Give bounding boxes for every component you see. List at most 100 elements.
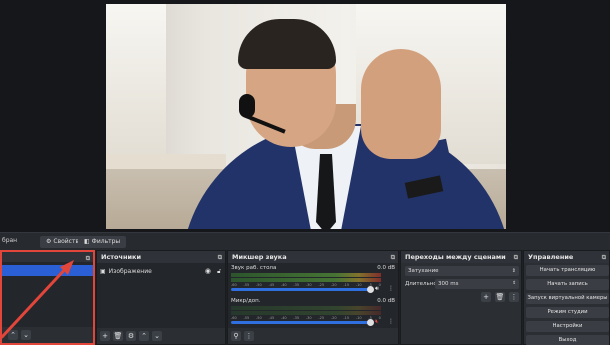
mixer-channel-desktop: Звук раб. стола 0.0 dB -60 -55 -50 -45 -40 -3… [228, 264, 398, 296]
lock-icon[interactable]: 🔓︎ [217, 266, 221, 277]
more-options-icon[interactable]: ⋮ [388, 285, 394, 292]
sources-dock: Источники ⧉ ▣ Изображение ◉ 🔓︎ + 🗑︎ ⚙ ⌃ ⌄ [96, 250, 226, 345]
source-move-up-button[interactable]: ⌃ [139, 331, 149, 341]
level-meter [231, 306, 381, 310]
scenes-dock: ⧉ ⌃ ⌄ [0, 250, 95, 345]
sources-dock-header: Источники ⧉ [97, 251, 225, 263]
controls-dock-header: Управление ⧉ [524, 251, 609, 263]
source-item[interactable]: ▣ Изображение ◉ 🔓︎ [97, 266, 225, 277]
scale-tick-label: -60 [231, 316, 237, 320]
scene-move-down-button[interactable]: ⌄ [21, 330, 31, 340]
filters-button[interactable]: ◧ Фильтры [78, 236, 127, 248]
scenes-list [2, 262, 93, 327]
source-toolbar: бран ⚙ Свойства ◧ Фильтры [0, 232, 610, 250]
more-options-icon[interactable]: ⋮ [388, 318, 394, 325]
selected-scene-label: бран [2, 237, 18, 244]
advanced-audio-button[interactable]: ⚲ [231, 331, 241, 341]
sources-list: ▣ Изображение ◉ 🔓︎ [97, 263, 225, 328]
start-streaming-button[interactable]: Начать трансляцию [526, 265, 609, 276]
add-transition-button[interactable]: + [481, 292, 491, 302]
slider-thumb[interactable] [367, 319, 374, 326]
filter-icon: ◧ [84, 238, 90, 245]
scene-move-up-button[interactable]: ⌃ [8, 330, 18, 340]
studio-mode-button[interactable]: Режим студии [526, 307, 609, 318]
scale-tick-label: -50 [255, 316, 262, 320]
mixer-channels: Звук раб. стола 0.0 dB -60 -55 -50 -45 -40 -3… [228, 263, 398, 328]
remove-transition-button[interactable]: 🗑︎ [495, 292, 505, 302]
sources-dock-title: Источники [101, 253, 141, 261]
channel-name: Микр/доп. [231, 298, 261, 304]
transitions-dock: Переходы между сценами ⧉ Затухание ⇕ Дли… [400, 250, 522, 345]
scale-tick-label: -25 [318, 283, 325, 287]
scale-tick-label: -30 [305, 316, 312, 320]
scenes-footer: ⌃ ⌄ [2, 327, 93, 343]
scale-tick-label: -10 [355, 316, 362, 320]
mixer-dock-title: Микшер звука [232, 253, 287, 261]
controls-body: Начать трансляцию Начать запись Запуск в… [524, 263, 609, 345]
scale-tick-label: -15 [343, 283, 350, 287]
source-move-down-button[interactable]: ⌄ [152, 331, 162, 341]
scale-tick-label: -40 [280, 316, 287, 320]
scale-tick-label: -10 [355, 283, 362, 287]
scale-tick-label: -55 [243, 316, 250, 320]
scale-tick-label: -40 [280, 283, 287, 287]
slider-thumb[interactable] [367, 286, 374, 293]
scale-tick-label: -15 [343, 316, 350, 320]
mixer-channel-mic: Микр/доп. 0.0 dB -60 -55 -50 -45 -40 -35 -30 -2… [228, 297, 398, 329]
meter-scale: -60 -55 -50 -45 -40 -35 -30 -25 -20 -15 -10 -5 0 [231, 316, 381, 320]
gear-icon: ⚙ [46, 238, 52, 245]
mixer-menu-button[interactable]: ⋮ [244, 331, 254, 341]
duration-input[interactable]: 300 ms ⇕ [435, 279, 519, 289]
volume-slider[interactable] [231, 319, 374, 326]
meter-scale: -60 -55 -50 -45 -40 -35 -30 -25 -20 -15 -10 -5 0 [231, 283, 381, 287]
transitions-dock-title: Переходы между сценами [405, 253, 506, 261]
webcam-image [106, 4, 506, 229]
obs-window: бран ⚙ Свойства ◧ Фильтры ⧉ ⌃ ⌄ Источники … [0, 0, 610, 345]
scale-tick-label: -55 [243, 283, 250, 287]
exit-button[interactable]: Выход [526, 335, 609, 345]
volume-slider[interactable] [231, 286, 374, 293]
spinner-icon[interactable]: ⇕ [512, 279, 516, 289]
channel-db: 0.0 dB [377, 298, 395, 304]
controls-dock-title: Управление [528, 253, 574, 261]
source-item-label: Изображение [108, 268, 152, 275]
scale-tick-label: -30 [305, 283, 312, 287]
scale-tick-label: -20 [330, 283, 337, 287]
mixer-dock-header: Микшер звука ⧉ [228, 251, 398, 263]
scale-tick-label: -45 [268, 316, 275, 320]
preview-canvas[interactable] [0, 0, 610, 232]
add-source-button[interactable]: + [100, 331, 110, 341]
controls-dock: Управление ⧉ Начать трансляцию Начать за… [523, 250, 610, 345]
scale-tick-label: -45 [268, 283, 275, 287]
audio-mixer-dock: Микшер звука ⧉ Звук раб. стола 0.0 dB -6… [227, 250, 399, 345]
image-icon: ▣ [100, 268, 106, 275]
channel-name: Звук раб. стола [231, 265, 277, 271]
duration-value: 300 ms [438, 281, 459, 287]
mixer-footer: ⚲ ⋮ [228, 328, 398, 344]
level-meter [231, 273, 381, 277]
level-meter [231, 278, 381, 282]
eye-icon[interactable]: ◉ [205, 266, 211, 277]
scale-tick-label: -20 [330, 316, 337, 320]
speaker-icon[interactable]: 🔊︎ [375, 285, 379, 293]
scale-tick-label: -25 [318, 316, 325, 320]
scale-tick-label: -60 [231, 283, 237, 287]
channel-db: 0.0 dB [377, 265, 395, 271]
transitions-body: Затухание ⇕ Длительность 300 ms ⇕ + 🗑︎ ⋮ [401, 263, 521, 344]
scale-tick-label: -35 [293, 283, 300, 287]
scene-item-selected[interactable] [2, 265, 93, 276]
remove-source-button[interactable]: 🗑︎ [113, 331, 123, 341]
source-properties-button[interactable]: ⚙ [126, 331, 136, 341]
scale-tick-label: -35 [293, 316, 300, 320]
filters-label: Фильтры [91, 238, 121, 245]
start-recording-button[interactable]: Начать запись [526, 279, 609, 290]
level-meter [231, 311, 381, 315]
speaker-muted-icon[interactable]: 🔇︎ [375, 318, 379, 326]
transition-value: Затухание [408, 268, 439, 274]
start-virtual-camera-button[interactable]: Запуск виртуальной камеры [526, 293, 609, 304]
settings-button[interactable]: Настройки [526, 321, 609, 332]
transition-select[interactable]: Затухание ⇕ [405, 266, 519, 276]
scale-tick-label: -50 [255, 283, 262, 287]
sources-footer: + 🗑︎ ⚙ ⌃ ⌄ [97, 328, 225, 344]
transition-menu-button[interactable]: ⋮ [509, 292, 519, 302]
